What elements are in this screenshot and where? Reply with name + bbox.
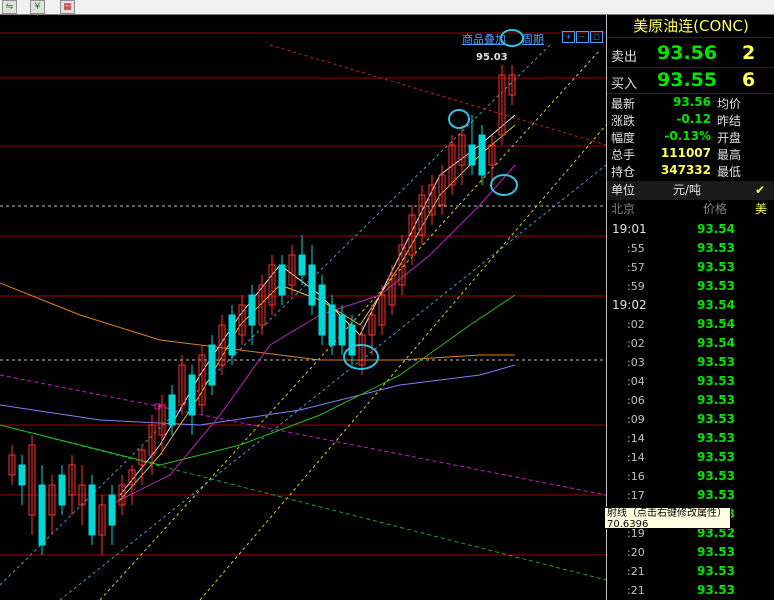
tick-row: :57 93.53 xyxy=(627,260,735,274)
buy-volume: 6 xyxy=(742,69,756,91)
grid-icon[interactable]: ▦ xyxy=(60,0,75,14)
candle-body xyxy=(58,474,66,506)
tick-row: :59 93.53 xyxy=(627,279,735,293)
zoom-out-icon[interactable]: − xyxy=(576,31,589,43)
info-icon[interactable]: ¥ xyxy=(30,0,45,14)
candle-body xyxy=(88,484,96,536)
magenta-line xyxy=(0,374,606,496)
stat-row: 幅度 -0.13% 开盘 xyxy=(611,129,742,145)
candle-body xyxy=(248,294,256,326)
top-toolbar: ⇋ ¥ ▦ xyxy=(0,0,774,15)
channel-line xyxy=(59,164,606,600)
buy-label: 买入 xyxy=(611,77,638,92)
reset-icon[interactable]: □ xyxy=(590,31,603,43)
candle-body xyxy=(478,134,486,176)
tick-row: :20 93.53 xyxy=(627,545,735,559)
sell-label: 卖出 xyxy=(611,50,638,65)
candle-body xyxy=(468,144,476,166)
chart-toggle-icon[interactable]: ⇋ xyxy=(2,0,17,14)
candle-body xyxy=(188,374,196,416)
tick-row: :09 93.53 xyxy=(627,412,735,426)
high-price-label: 95.03 xyxy=(476,52,508,63)
tick-row: :21 93.53 xyxy=(627,564,735,578)
period-link[interactable]: 周期 xyxy=(522,31,544,47)
ma-magenta xyxy=(109,164,516,506)
tick-row: :06 93.53 xyxy=(627,393,735,407)
stat-row: 总手 111007 最高 xyxy=(611,146,742,162)
candle-body xyxy=(318,284,326,336)
tick-row: 19:01 93.54 xyxy=(612,222,735,236)
sell-volume: 2 xyxy=(742,42,756,64)
candle-body xyxy=(278,264,286,296)
candle-body xyxy=(208,344,216,386)
stat-row: 最新 93.56 均价 xyxy=(611,95,742,111)
zoom-in-icon[interactable]: + xyxy=(562,31,575,43)
marker-ellipse xyxy=(448,109,470,129)
ma-blue xyxy=(0,364,516,426)
resistance-line xyxy=(269,44,606,146)
tick-row: :03 93.53 xyxy=(627,355,735,369)
instrument-title: 美原油连(CONC) xyxy=(607,15,774,38)
candle-body xyxy=(168,394,176,426)
ray-tooltip: 射线（点击右键修改属性） 70.6396 xyxy=(604,507,731,530)
candle-body xyxy=(308,264,316,306)
candle-body xyxy=(338,314,346,346)
tick-row: :21 93.53 xyxy=(627,583,735,597)
tick-row: :14 93.53 xyxy=(627,431,735,445)
buy-price: 93.55 xyxy=(657,69,718,91)
candlestick-chart[interactable]: 商品叠加 周期 + − □ 95.03 xyxy=(0,15,606,600)
candle-body xyxy=(38,484,46,546)
candle-body xyxy=(228,314,236,356)
tick-row: 19:02 93.54 xyxy=(612,298,735,312)
candle-body xyxy=(298,254,306,276)
channel-line xyxy=(199,124,606,600)
unit-row: 单位 元/吨 ✔ 美 xyxy=(607,181,774,216)
stat-row: 涨跌 -0.12 昨结 xyxy=(611,112,742,128)
candle-body xyxy=(18,464,26,486)
tick-row: :02 93.54 xyxy=(627,317,735,331)
tick-row: :16 93.53 xyxy=(627,469,735,483)
tick-row: :55 93.53 xyxy=(627,241,735,255)
candle-body xyxy=(328,304,336,346)
candle-body xyxy=(108,494,116,526)
tick-row: :1793.53 xyxy=(627,488,735,502)
tick-row: :04 93.53 xyxy=(627,374,735,388)
candle-body xyxy=(348,324,356,356)
tick-row: :14 93.53 xyxy=(627,450,735,464)
tick-row: :02 93.54 xyxy=(627,336,735,350)
tick-header: 北京 价格 xyxy=(611,202,728,216)
stat-row: 持仓 347332 最低 xyxy=(611,163,742,179)
overlay-link[interactable]: 商品叠加 xyxy=(462,31,506,47)
ma-yellow xyxy=(119,124,516,501)
sell-price: 93.56 xyxy=(657,42,718,64)
